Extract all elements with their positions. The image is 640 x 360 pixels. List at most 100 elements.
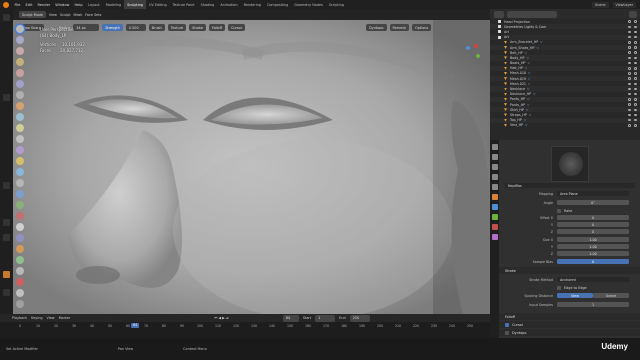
tab-animation[interactable]: Animation xyxy=(217,0,240,9)
menu-mask[interactable]: Mask xyxy=(74,13,83,17)
tool-tab-icon[interactable] xyxy=(491,144,498,150)
camera-icon[interactable] xyxy=(634,113,637,117)
eye-icon[interactable] xyxy=(628,72,631,75)
visibility-toggles[interactable] xyxy=(628,124,637,127)
tab-shading[interactable]: Shading xyxy=(198,0,218,9)
menu-view-timeline[interactable]: View xyxy=(47,316,55,320)
menu-stroke[interactable]: Stroke xyxy=(189,24,206,31)
camera-icon[interactable] xyxy=(634,92,637,96)
current-frame-field[interactable]: 64 xyxy=(282,314,299,322)
dyntopo-section-header[interactable]: Dyntopo xyxy=(499,329,640,336)
material-tab-icon[interactable] xyxy=(491,224,498,230)
gizmo-z-icon[interactable] xyxy=(466,46,470,50)
menu-edit[interactable]: Edit xyxy=(23,3,35,7)
eye-icon[interactable] xyxy=(628,51,631,54)
camera-icon[interactable] xyxy=(634,35,637,39)
tab-compositing[interactable]: Compositing xyxy=(264,0,291,9)
size-y-field[interactable]: 1.00 xyxy=(557,243,629,250)
eye-icon[interactable] xyxy=(628,56,631,60)
timeline[interactable]: 0 10 20 30 40 50 60 70 80 90 100 110 120 130 140 150 160… xyxy=(0,322,490,338)
mapping-dropdown[interactable]: Area Plane xyxy=(557,190,629,197)
visibility-toggles[interactable] xyxy=(628,35,637,39)
angle-field[interactable]: 0° xyxy=(557,199,629,206)
spacing-view-button[interactable]: View xyxy=(557,292,593,299)
eye-icon[interactable] xyxy=(628,82,631,86)
visibility-toggles[interactable] xyxy=(628,61,637,65)
menu-playback[interactable]: Playback xyxy=(12,316,27,320)
eye-icon[interactable] xyxy=(628,77,631,80)
visibility-toggles[interactable] xyxy=(628,87,637,91)
scene-tab-icon[interactable] xyxy=(491,184,498,190)
line-project-icon[interactable] xyxy=(16,267,24,275)
visibility-toggles[interactable] xyxy=(628,108,637,112)
menu-face-sets[interactable]: Face Sets xyxy=(85,13,101,17)
fill-brush-icon[interactable] xyxy=(16,135,24,143)
eye-icon[interactable] xyxy=(628,92,631,96)
visibility-toggles[interactable] xyxy=(628,118,637,122)
transform-tool-icon[interactable] xyxy=(16,300,24,308)
smooth-brush-icon[interactable] xyxy=(16,113,24,121)
camera-icon[interactable] xyxy=(634,25,637,29)
scene-selector[interactable]: Scene xyxy=(592,1,609,8)
eye-icon[interactable] xyxy=(628,103,631,106)
eye-icon[interactable] xyxy=(628,87,631,91)
modifier-tab-icon[interactable] xyxy=(491,204,498,210)
camera-icon[interactable] xyxy=(634,30,637,34)
visibility-toggles[interactable] xyxy=(628,41,637,44)
camera-icon[interactable] xyxy=(634,87,637,91)
output-tab-icon[interactable] xyxy=(491,164,498,170)
falloff-section-header[interactable]: Falloff xyxy=(499,313,640,320)
camera-icon[interactable] xyxy=(634,56,637,60)
camera-icon[interactable] xyxy=(634,72,637,75)
visibility-toggles[interactable] xyxy=(628,72,637,75)
outliner-search-input[interactable] xyxy=(507,10,557,18)
object-tab-icon[interactable] xyxy=(491,194,498,200)
snake-hook-brush-icon[interactable] xyxy=(16,179,24,187)
eye-icon[interactable] xyxy=(628,98,631,101)
visibility-toggles[interactable] xyxy=(628,20,637,23)
gizmo-x-icon[interactable] xyxy=(474,44,478,48)
menu-keying[interactable]: Keying xyxy=(31,316,42,320)
eye-icon[interactable] xyxy=(628,20,631,23)
edge-to-edge-checkbox[interactable] xyxy=(557,285,561,290)
camera-icon[interactable] xyxy=(634,61,637,65)
start-frame-field[interactable]: 1 xyxy=(315,314,336,322)
camera-icon[interactable] xyxy=(634,41,637,44)
box-mask-icon[interactable] xyxy=(16,234,24,242)
visibility-toggles[interactable] xyxy=(628,56,637,60)
menu-texture[interactable]: Texture xyxy=(167,24,187,31)
eye-icon[interactable] xyxy=(628,41,631,44)
visibility-toggles[interactable] xyxy=(628,82,637,86)
trim-tool-icon[interactable] xyxy=(16,256,24,264)
rake-checkbox[interactable] xyxy=(557,208,561,213)
visibility-toggles[interactable] xyxy=(628,25,637,29)
visibility-toggles[interactable] xyxy=(628,46,637,49)
eye-icon[interactable] xyxy=(628,30,631,34)
mask-brush-icon[interactable] xyxy=(16,223,24,231)
outliner-row[interactable]: Vest_HP ▽ xyxy=(490,123,640,128)
camera-icon[interactable] xyxy=(634,20,637,23)
dyntopo-checkbox[interactable] xyxy=(505,330,509,335)
menu-file[interactable]: File xyxy=(12,3,23,7)
menu-help[interactable]: Help xyxy=(72,3,85,7)
scrape-brush-icon[interactable] xyxy=(16,146,24,154)
cursor-section-header[interactable]: Cursor xyxy=(499,321,640,328)
editor-type-icon[interactable] xyxy=(494,10,504,18)
visibility-toggles[interactable] xyxy=(628,98,637,101)
pinch-brush-icon[interactable] xyxy=(16,157,24,165)
mesh-filter-icon[interactable] xyxy=(16,278,24,286)
draw-brush-icon[interactable] xyxy=(16,25,24,33)
menu-marker[interactable]: Marker xyxy=(59,316,71,320)
playback-controls-icon[interactable]: ⏮ ◀ ▶ ⏭ xyxy=(214,316,229,320)
eye-icon[interactable] xyxy=(628,35,631,39)
camera-icon[interactable] xyxy=(634,67,637,70)
visibility-toggles[interactable] xyxy=(628,92,637,96)
layer-brush-icon[interactable] xyxy=(16,69,24,77)
frame-cursor[interactable]: 64 xyxy=(131,323,140,328)
blender-logo-icon[interactable] xyxy=(3,1,9,8)
dyntopo-button[interactable]: Dyntopo xyxy=(366,24,387,31)
texture-tab-icon[interactable] xyxy=(491,234,498,240)
box-face-set-icon[interactable] xyxy=(16,245,24,253)
eye-icon[interactable] xyxy=(628,118,631,122)
eye-icon[interactable] xyxy=(628,46,631,49)
